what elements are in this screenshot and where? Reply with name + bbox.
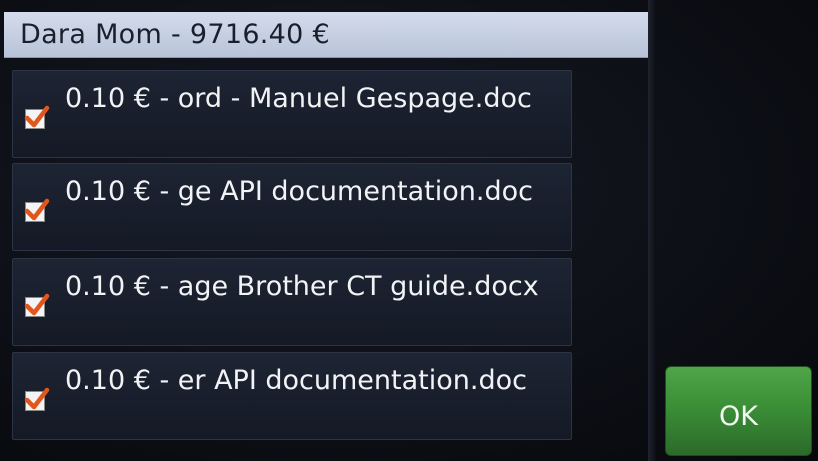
job-checkbox[interactable] xyxy=(24,387,50,411)
job-row[interactable]: 0.10 € - age Brother CT guide.docx xyxy=(12,258,572,346)
job-label: 0.10 € - ord - Manuel Gespage.doc xyxy=(65,83,532,114)
job-checkbox[interactable] xyxy=(24,105,50,129)
job-label: 0.10 € - er API documentation.doc xyxy=(65,365,527,396)
ok-button[interactable]: OK xyxy=(665,366,812,456)
job-row[interactable]: 0.10 € - er API documentation.doc xyxy=(12,352,572,440)
job-row[interactable]: 0.10 € - ord - Manuel Gespage.doc xyxy=(12,70,572,158)
job-label: 0.10 € - ge API documentation.doc xyxy=(65,176,533,207)
checkmark-icon xyxy=(24,293,50,316)
checkmark-icon xyxy=(24,387,50,410)
job-row[interactable]: 0.10 € - ge API documentation.doc xyxy=(12,163,572,251)
print-release-screen: Dara Mom - 9716.40 € 0.10 € - ord - Manu… xyxy=(0,0,818,461)
account-balance-title: Dara Mom - 9716.40 € xyxy=(20,19,331,50)
checkmark-icon xyxy=(24,105,50,128)
page-title: Dara Mom - 9716.40 € xyxy=(4,12,649,58)
ok-button-label: OK xyxy=(719,400,758,432)
job-checkbox[interactable] xyxy=(24,293,50,317)
job-label: 0.10 € - age Brother CT guide.docx xyxy=(65,271,539,302)
job-list[interactable]: 0.10 € - ord - Manuel Gespage.doc 0.10 €… xyxy=(8,64,644,461)
job-checkbox[interactable] xyxy=(24,198,50,222)
checkmark-icon xyxy=(24,198,50,221)
scrollbar[interactable] xyxy=(648,0,656,461)
